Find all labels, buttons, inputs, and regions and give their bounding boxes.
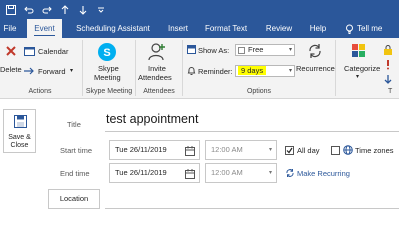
categorize-dropdown-icon[interactable]: ▾ bbox=[356, 73, 359, 80]
time-zones-checkbox[interactable] bbox=[331, 146, 340, 155]
location-underline bbox=[105, 208, 399, 209]
tab-event[interactable]: Event bbox=[27, 19, 62, 38]
start-date-field[interactable]: Tue 26/11/2019 bbox=[109, 140, 200, 160]
invite-attendees-icon bbox=[148, 42, 166, 64]
tab-file[interactable]: File bbox=[0, 19, 20, 38]
tab-help[interactable]: Help bbox=[305, 19, 331, 38]
down-icon[interactable] bbox=[75, 2, 91, 17]
actions-group-label: Actions bbox=[28, 88, 52, 95]
redo-icon[interactable] bbox=[39, 2, 55, 17]
calendar-button[interactable]: Calendar bbox=[38, 47, 68, 56]
all-day-label: All day bbox=[297, 146, 320, 155]
end-time-label: End time bbox=[60, 169, 90, 178]
skype-meeting-button[interactable]: Meeting bbox=[94, 73, 121, 82]
save-close-label-1: Save & bbox=[8, 134, 31, 141]
high-importance-icon[interactable] bbox=[384, 60, 392, 72]
invite-attendees-button[interactable]: Attendees bbox=[138, 73, 172, 82]
categorize-button[interactable]: Categorize bbox=[344, 64, 380, 73]
chevron-down-icon: ▾ bbox=[268, 170, 272, 176]
options-group-label: Options bbox=[246, 88, 272, 95]
forward-icon bbox=[24, 67, 35, 77]
skype-icon: S bbox=[97, 42, 117, 64]
customize-icon[interactable] bbox=[93, 2, 109, 17]
chevron-down-icon: ▾ bbox=[288, 68, 292, 74]
low-importance-icon[interactable] bbox=[384, 75, 392, 87]
title-input[interactable]: test appointment bbox=[106, 112, 198, 126]
tab-scheduling-assistant[interactable]: Scheduling Assistant bbox=[68, 19, 158, 38]
make-recurring-link[interactable]: Make Recurring bbox=[297, 169, 350, 178]
tab-format-text[interactable]: Format Text bbox=[200, 19, 252, 38]
start-time-field[interactable]: 12:00 AM ▾ bbox=[205, 140, 277, 160]
ribbon: Delete Calendar Forward ▾ Actions S Skyp… bbox=[0, 38, 399, 99]
reminder-value: 9 days bbox=[238, 66, 267, 75]
time-zones-label: Time zones bbox=[355, 146, 394, 155]
forward-dropdown-icon[interactable]: ▾ bbox=[70, 67, 73, 74]
tab-insert[interactable]: Insert bbox=[162, 19, 194, 38]
end-time-field[interactable]: 12:00 AM ▾ bbox=[205, 163, 277, 183]
undo-icon[interactable] bbox=[21, 2, 37, 17]
lightbulb-icon bbox=[342, 19, 356, 38]
divider bbox=[82, 40, 83, 96]
title-underline bbox=[105, 131, 399, 132]
svg-text:S: S bbox=[103, 47, 110, 59]
save-close-button[interactable]: Save & Close bbox=[3, 109, 36, 153]
calendar-picker-icon[interactable] bbox=[185, 168, 195, 186]
save-close-label-2: Close bbox=[10, 142, 29, 149]
start-time-label: Start time bbox=[60, 146, 93, 155]
show-as-select[interactable]: Free ▾ bbox=[235, 44, 295, 56]
title-label: Title bbox=[67, 120, 81, 129]
globe-icon bbox=[343, 145, 353, 157]
free-swatch-icon bbox=[238, 46, 245, 54]
quick-access-toolbar bbox=[0, 0, 399, 19]
invite-label-1[interactable]: Invite bbox=[148, 64, 166, 73]
delete-button[interactable]: Delete bbox=[0, 65, 22, 74]
tags-group-label-partial: T bbox=[388, 88, 393, 95]
private-icon[interactable] bbox=[383, 45, 393, 57]
chevron-down-icon: ▾ bbox=[268, 147, 272, 153]
categorize-icon bbox=[351, 42, 367, 62]
save-icon[interactable] bbox=[3, 2, 19, 17]
show-as-icon bbox=[187, 45, 196, 56]
calendar-picker-icon[interactable] bbox=[185, 145, 195, 163]
end-date-field[interactable]: Tue 26/11/2019 bbox=[109, 163, 200, 183]
location-button[interactable]: Location bbox=[48, 189, 100, 209]
reminder-label: Reminder: bbox=[198, 67, 233, 76]
reminder-select[interactable]: 9 days ▾ bbox=[235, 65, 295, 77]
delete-icon[interactable] bbox=[4, 44, 18, 60]
recurrence-icon bbox=[306, 42, 324, 62]
calendar-icon bbox=[24, 46, 35, 58]
bell-icon bbox=[187, 66, 196, 78]
ribbon-tabs: File Event Scheduling Assistant Insert F… bbox=[0, 19, 399, 38]
recurrence-small-icon bbox=[285, 168, 295, 180]
skype-meeting-label-1[interactable]: Skype bbox=[98, 64, 119, 73]
divider bbox=[182, 40, 183, 96]
recurrence-button[interactable]: Recurrence bbox=[296, 64, 335, 73]
show-as-label: Show As: bbox=[198, 46, 230, 55]
forward-button[interactable]: Forward bbox=[38, 67, 66, 76]
tab-review[interactable]: Review bbox=[262, 19, 296, 38]
save-close-icon bbox=[14, 115, 27, 130]
chevron-down-icon: ▾ bbox=[288, 47, 292, 53]
appointment-form: Save & Close Title test appointment Star… bbox=[0, 100, 399, 242]
skype-group-label: Skype Meeting bbox=[85, 88, 133, 95]
attendees-group-label: Attendees bbox=[143, 88, 175, 95]
divider bbox=[335, 40, 336, 96]
all-day-checkbox[interactable] bbox=[285, 146, 294, 155]
tell-me-box[interactable]: Tell me bbox=[357, 19, 399, 38]
up-icon[interactable] bbox=[57, 2, 73, 17]
